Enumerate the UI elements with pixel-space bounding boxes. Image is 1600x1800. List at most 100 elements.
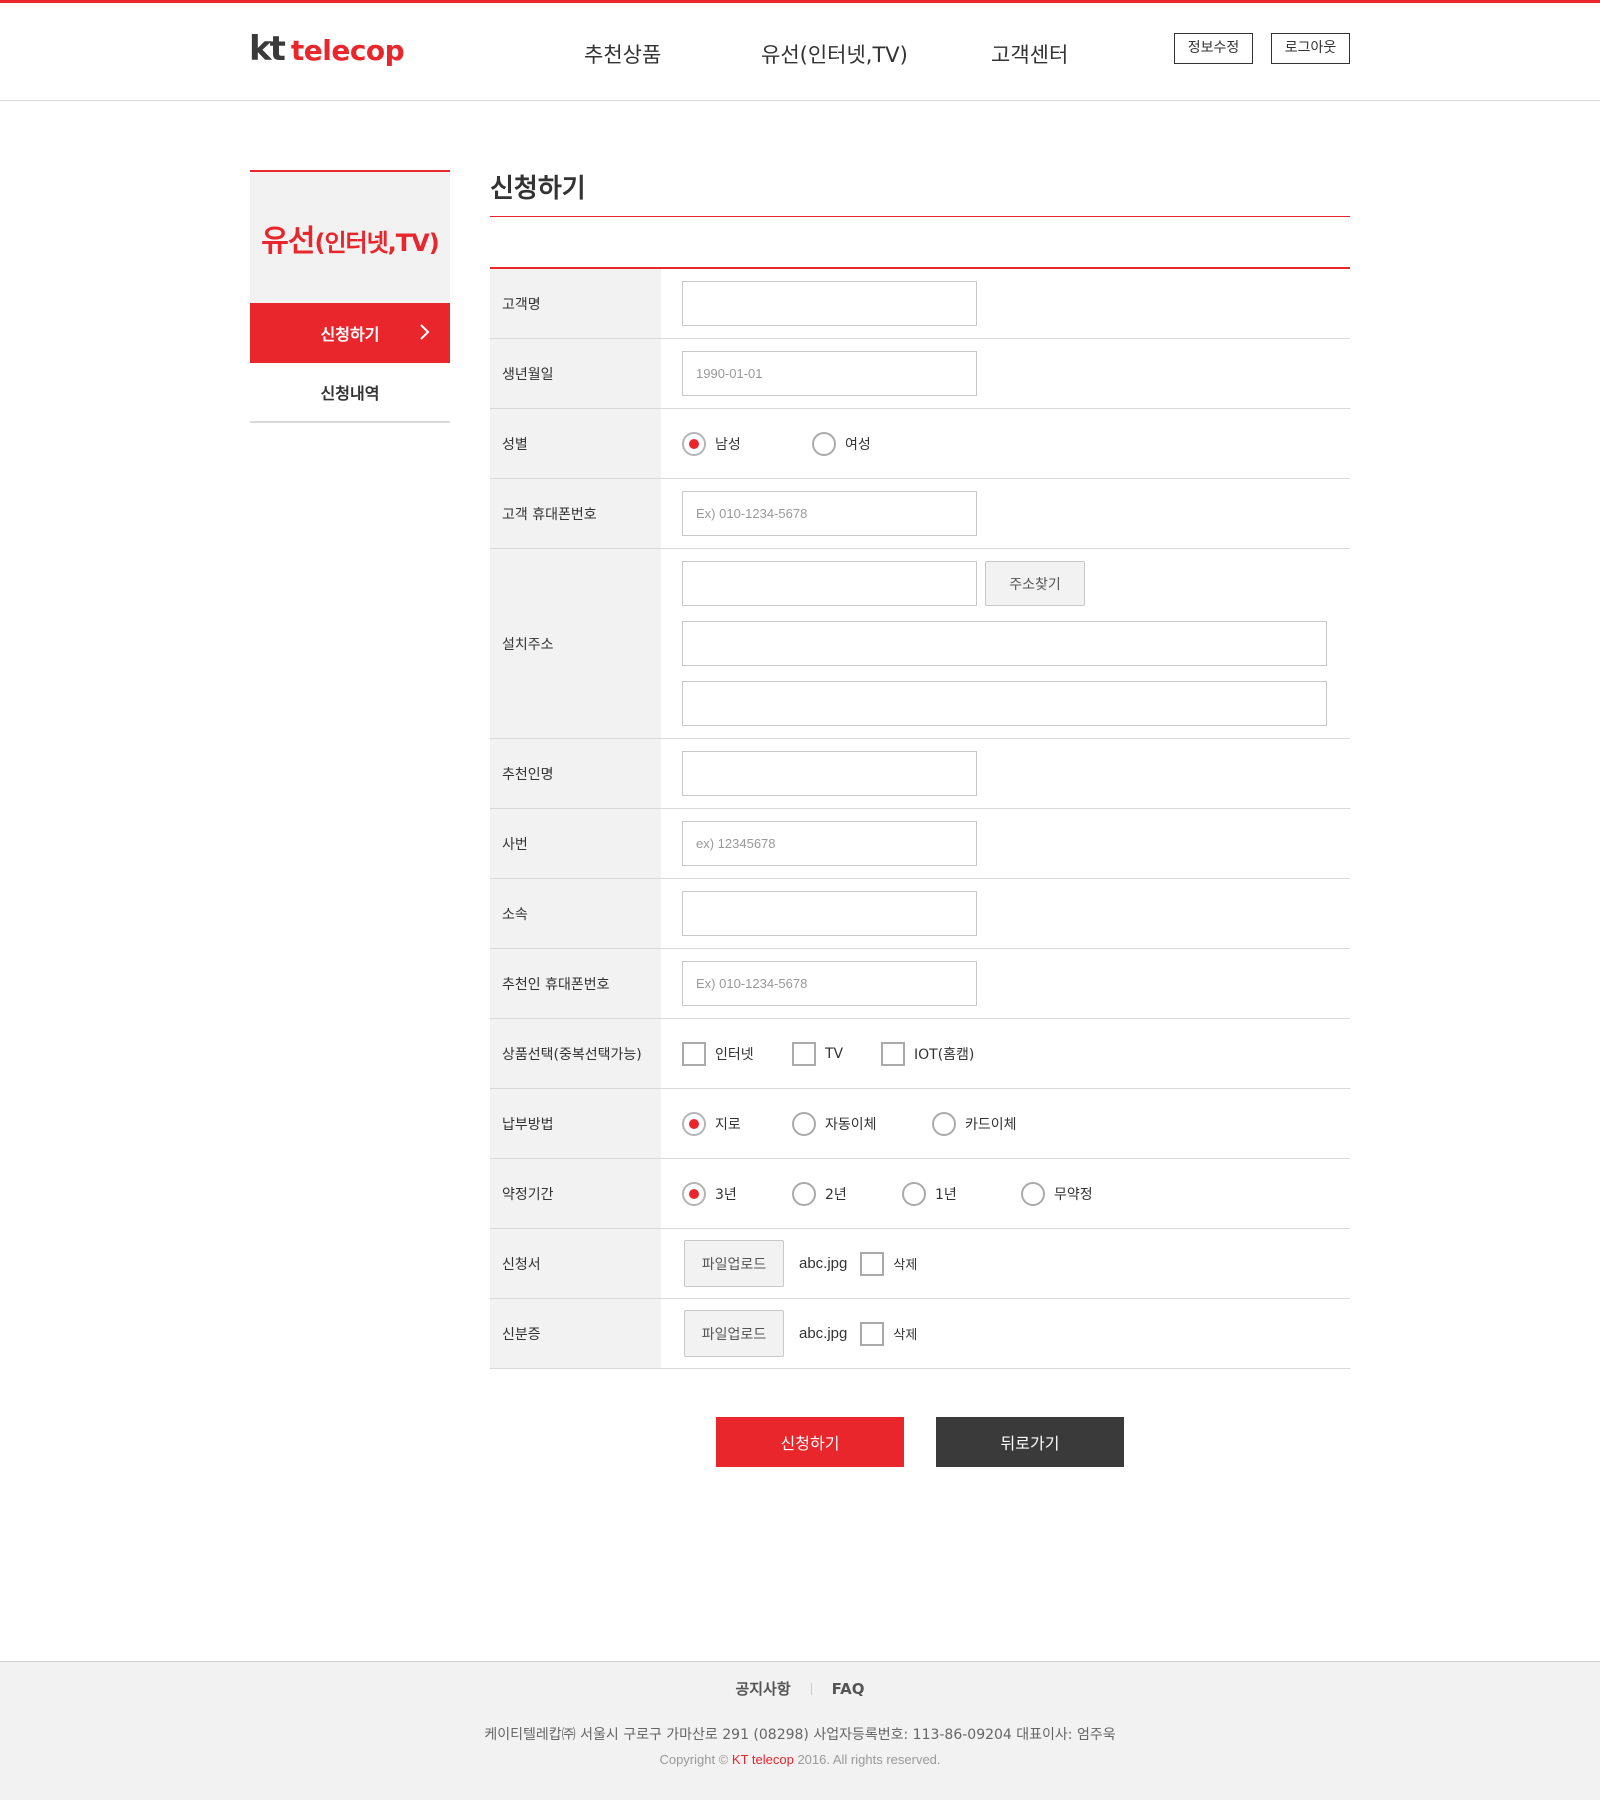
nav-recommended-products[interactable]: 추천상품 <box>584 39 661 69</box>
footer-link-faq[interactable]: FAQ <box>832 1680 865 1698</box>
checkbox-icon[interactable] <box>682 1041 706 1066</box>
find-address-button[interactable]: 주소찾기 <box>985 561 1085 606</box>
radio-icon[interactable] <box>902 1181 926 1206</box>
customer-phone-input[interactable]: Ex) 010-1234-5678 <box>682 491 977 536</box>
department-input[interactable] <box>682 891 977 936</box>
form-row-referrer-phone: 추천인 휴대폰번호 Ex) 010-1234-5678 <box>490 949 1350 1019</box>
payment-card-option[interactable]: 카드이체 <box>932 1111 1017 1136</box>
contract-none-option[interactable]: 무약정 <box>1021 1181 1093 1206</box>
birth-date-input[interactable]: 1990-01-01 <box>682 351 977 396</box>
logo-telecop: telecop <box>290 34 405 67</box>
address-line1-input[interactable] <box>682 621 1327 666</box>
logo-kt: kt <box>249 29 286 69</box>
radio-selected-icon[interactable] <box>682 431 706 456</box>
form-row-id-file: 신분증 파일업로드 abc.jpg 삭제 <box>490 1299 1350 1369</box>
install-address-label: 설치주소 <box>490 549 661 738</box>
form-row-birth-date: 생년월일 1990-01-01 <box>490 339 1350 409</box>
footer-link-notice[interactable]: 공지사항 <box>735 1678 790 1699</box>
referrer-phone-input[interactable]: Ex) 010-1234-5678 <box>682 961 977 1006</box>
payment-giro-option[interactable]: 지로 <box>682 1111 792 1136</box>
product-select-label: 상품선택(중복선택가능) <box>490 1019 661 1088</box>
id-upload-button[interactable]: 파일업로드 <box>684 1310 784 1357</box>
application-delete-option[interactable]: 삭제 <box>860 1251 918 1276</box>
delete-label: 삭제 <box>893 1328 918 1343</box>
form-row-referrer-name: 추천인명 <box>490 739 1350 809</box>
employee-number-label: 사번 <box>490 809 661 878</box>
form-row-department: 소속 <box>490 879 1350 949</box>
form-row-contract-period: 약정기간 3년 2년 1년 무약정 <box>490 1159 1350 1229</box>
gender-female-label: 여성 <box>845 436 871 453</box>
sidebar-item-label: 신청내역 <box>320 384 380 403</box>
id-delete-option[interactable]: 삭제 <box>860 1321 918 1346</box>
chevron-right-icon <box>420 324 430 340</box>
delete-label: 삭제 <box>893 1258 918 1273</box>
checkbox-icon[interactable] <box>860 1321 885 1346</box>
radio-selected-icon[interactable] <box>682 1111 706 1136</box>
radio-icon[interactable] <box>932 1111 956 1136</box>
sidebar-item-history[interactable]: 신청내역 <box>250 363 450 423</box>
kt-telecop-logo[interactable]: kt telecop <box>249 29 405 71</box>
address-line2-input[interactable] <box>682 681 1327 726</box>
radio-icon[interactable] <box>1021 1181 1045 1206</box>
site-header: kt telecop 추천상품 유선(인터넷,TV) 고객센터 정보수정 로그아… <box>0 3 1600 101</box>
postcode-input[interactable] <box>682 561 977 606</box>
company-info: 케이티텔레캅㈜ 서울시 구로구 가마산로 291 (08298) 사업자등록번호… <box>484 1727 1116 1743</box>
title-divider <box>490 216 1350 217</box>
gender-label: 성별 <box>490 409 661 478</box>
nav-wired-internet-tv[interactable]: 유선(인터넷,TV) <box>761 39 908 69</box>
submit-button[interactable]: 신청하기 <box>716 1417 904 1467</box>
contract-3y-option[interactable]: 3년 <box>682 1181 792 1206</box>
radio-selected-icon[interactable] <box>682 1181 706 1206</box>
contract-2y-option[interactable]: 2년 <box>792 1181 902 1206</box>
employee-number-input[interactable]: ex) 12345678 <box>682 821 977 866</box>
footer-links: 공지사항 FAQ <box>0 1678 1600 1699</box>
application-file-name: abc.jpg <box>799 1255 848 1272</box>
gender-female-option[interactable]: 여성 <box>812 431 871 456</box>
back-button[interactable]: 뒤로가기 <box>936 1417 1124 1467</box>
checkbox-icon[interactable] <box>860 1251 885 1276</box>
product-internet-option[interactable]: 인터넷 <box>682 1041 792 1066</box>
customer-phone-label: 고객 휴대폰번호 <box>490 479 661 548</box>
application-file-label: 신청서 <box>490 1229 661 1298</box>
nav-customer-center[interactable]: 고객센터 <box>991 39 1068 69</box>
form-row-employee-number: 사번 ex) 12345678 <box>490 809 1350 879</box>
contract-1y-option[interactable]: 1년 <box>902 1181 1021 1206</box>
gender-male-label: 남성 <box>715 436 741 453</box>
contract-none-label: 무약정 <box>1054 1186 1093 1203</box>
application-upload-button[interactable]: 파일업로드 <box>684 1240 784 1287</box>
product-iot-option[interactable]: IOT(홈캠) <box>881 1041 975 1066</box>
contract-1y-label: 1년 <box>935 1186 957 1203</box>
radio-icon[interactable] <box>792 1181 816 1206</box>
product-internet-label: 인터넷 <box>715 1046 754 1063</box>
product-iot-label: IOT(홈캠) <box>914 1046 975 1063</box>
customer-name-input[interactable] <box>682 281 977 326</box>
payment-giro-label: 지로 <box>715 1116 741 1133</box>
form-row-product-select: 상품선택(중복선택가능) 인터넷 TV IOT(홈캠) <box>490 1019 1350 1089</box>
radio-icon[interactable] <box>812 431 836 456</box>
copyright-brand: KT telecop <box>731 1752 794 1767</box>
payment-auto-transfer-label: 자동이체 <box>825 1116 877 1133</box>
radio-icon[interactable] <box>792 1111 816 1136</box>
form-row-customer-phone: 고객 휴대폰번호 Ex) 010-1234-5678 <box>490 479 1350 549</box>
payment-auto-transfer-option[interactable]: 자동이체 <box>792 1111 932 1136</box>
page-title: 신청하기 <box>490 174 586 204</box>
sidebar-item-apply[interactable]: 신청하기 <box>250 303 450 363</box>
contract-period-label: 약정기간 <box>490 1159 661 1228</box>
product-tv-option[interactable]: TV <box>792 1041 881 1066</box>
gender-male-option[interactable]: 남성 <box>682 431 812 456</box>
logout-button[interactable]: 로그아웃 <box>1271 33 1350 64</box>
referrer-name-input[interactable] <box>682 751 977 796</box>
payment-method-label: 납부방법 <box>490 1089 661 1158</box>
contract-2y-label: 2년 <box>825 1186 847 1203</box>
id-file-name: abc.jpg <box>799 1325 848 1342</box>
referrer-name-label: 추천인명 <box>490 739 661 808</box>
footer-link-divider <box>810 1682 812 1695</box>
contract-3y-label: 3년 <box>715 1186 737 1203</box>
id-file-label: 신분증 <box>490 1299 661 1368</box>
edit-info-button[interactable]: 정보수정 <box>1174 33 1253 64</box>
checkbox-icon[interactable] <box>881 1041 905 1066</box>
checkbox-icon[interactable] <box>792 1041 816 1066</box>
referrer-phone-label: 추천인 휴대폰번호 <box>490 949 661 1018</box>
form-row-gender: 성별 남성 여성 <box>490 409 1350 479</box>
copyright: Copyright © KT telecop 2016. All rights … <box>0 1752 1600 1767</box>
